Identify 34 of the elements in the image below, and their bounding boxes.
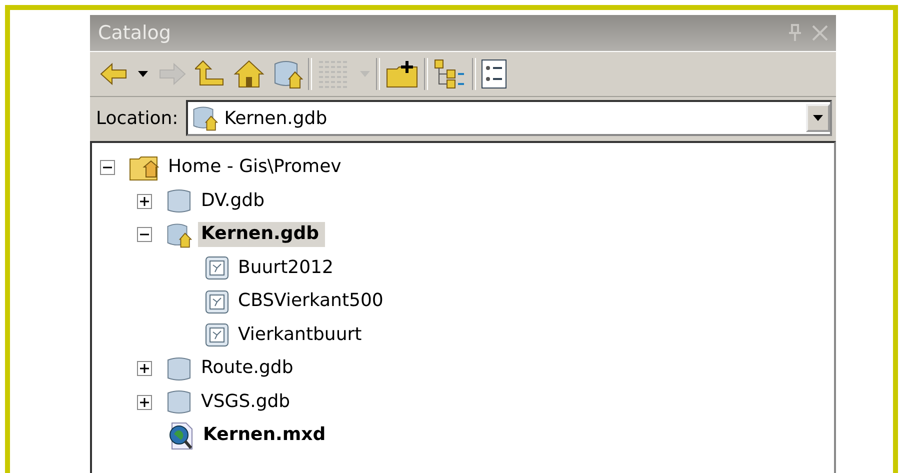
tree-item[interactable]: Kernen.mxd: [200, 423, 332, 448]
expand-toggle[interactable]: [137, 361, 152, 376]
caret-icon[interactable]: [137, 70, 149, 78]
tree-item[interactable]: Kernen.gdb: [198, 222, 326, 248]
caret-icon: [812, 114, 824, 122]
feature-dataset-icon: [205, 256, 229, 280]
collapse-toggle[interactable]: [100, 160, 115, 176]
plus-icon: [140, 364, 149, 374]
database-icon: [166, 356, 192, 382]
feature-dataset-icon: [205, 290, 229, 314]
location-field[interactable]: Kernen.gdb: [186, 100, 832, 136]
plus-icon: [140, 398, 149, 407]
feature-dataset-icon: [205, 323, 229, 348]
geodatabase-home-icon: [166, 222, 192, 248]
database-icon: [166, 389, 192, 416]
map-document-icon: [168, 422, 194, 450]
dropdown-button[interactable]: [806, 104, 830, 132]
expand-toggle[interactable]: [137, 194, 152, 209]
database-icon: [166, 188, 192, 214]
tree-item[interactable]: Buurt2012: [235, 256, 340, 281]
tree-item[interactable]: VSGS.gdb: [198, 390, 296, 415]
tree-item[interactable]: CBSVierkant500: [235, 289, 390, 314]
tree-item[interactable]: Vierkantbuurt: [235, 322, 368, 348]
tree-item[interactable]: Home - Gis\Promev: [165, 155, 348, 180]
collapse-toggle[interactable]: [137, 227, 152, 242]
window-title: Catalog: [98, 22, 171, 44]
expand-toggle[interactable]: [137, 394, 152, 410]
tree-item[interactable]: Route.gdb: [198, 356, 300, 382]
tree-item[interactable]: DV.gdb: [198, 188, 271, 214]
geodatabase-home-icon: [273, 59, 303, 89]
location-label: Location:: [96, 108, 178, 128]
geodatabase-home-icon: [192, 105, 218, 131]
folder-home-icon: [129, 154, 159, 181]
plus-icon: [140, 196, 149, 206]
